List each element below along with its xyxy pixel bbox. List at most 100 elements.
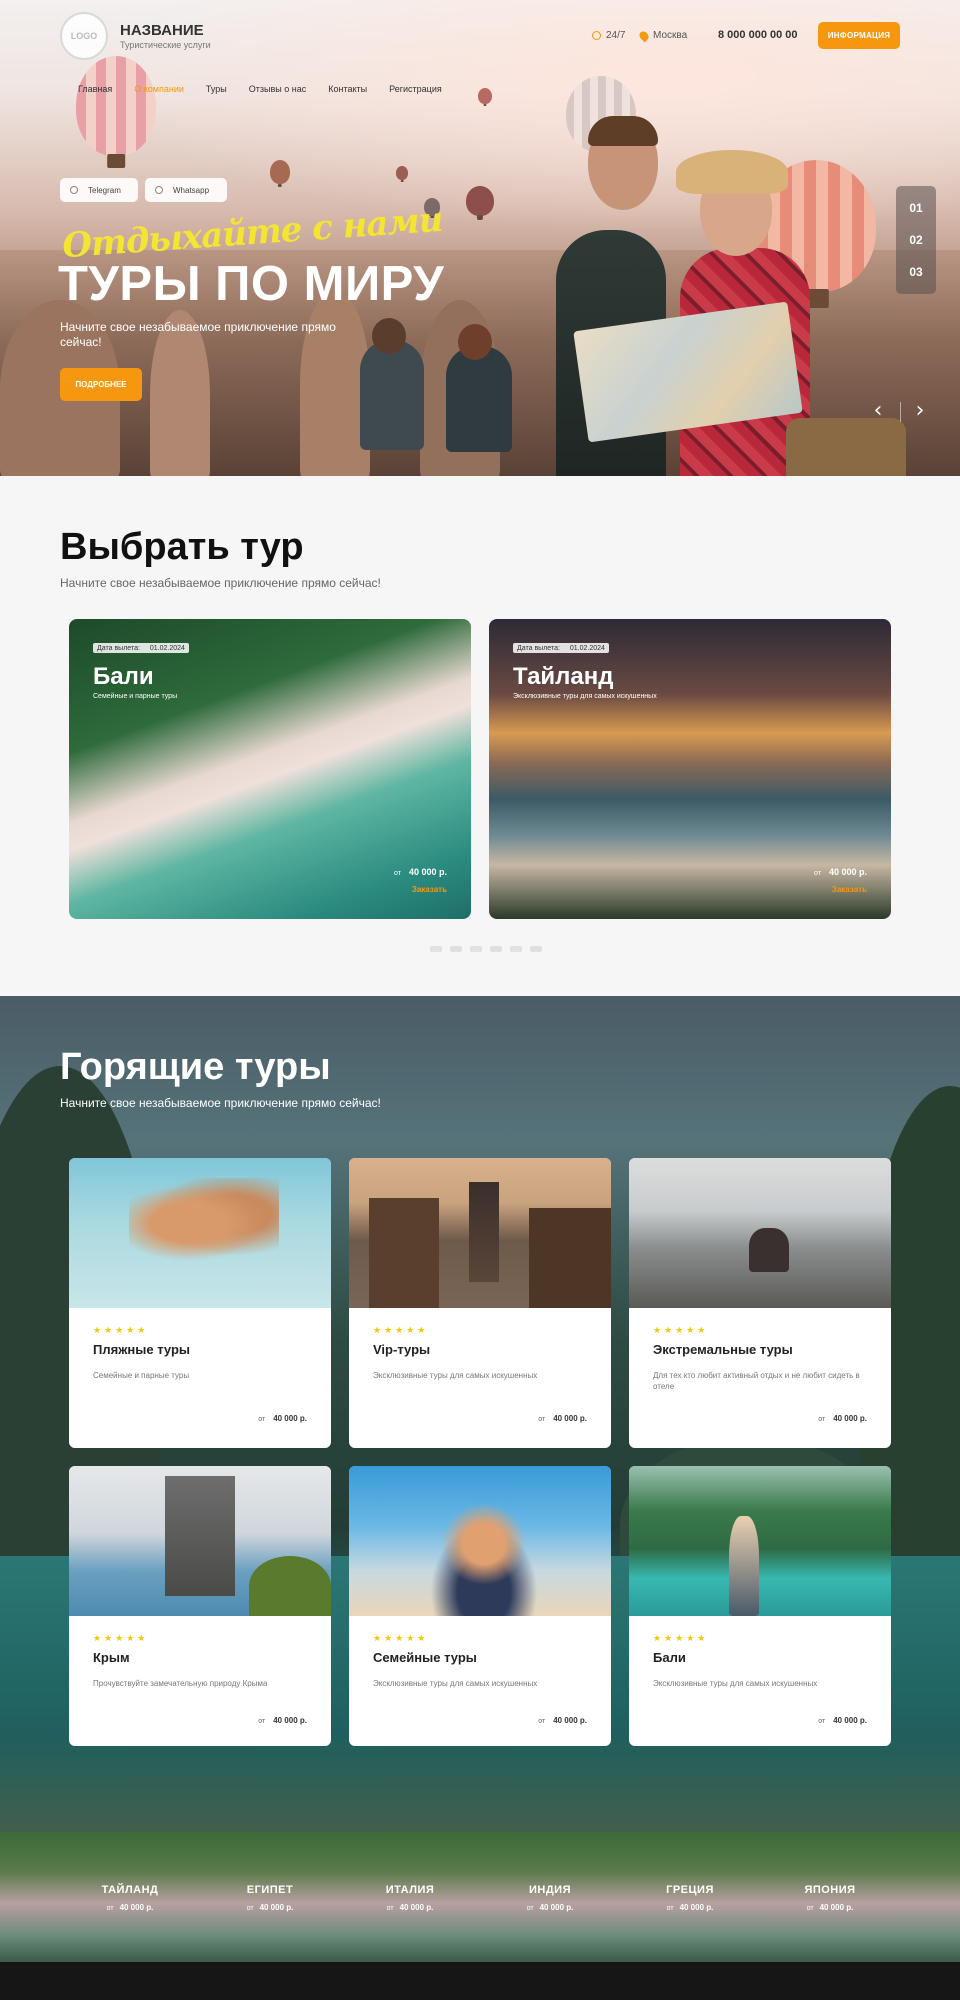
order-link[interactable]: Заказать: [832, 885, 867, 894]
footer: [0, 1962, 960, 2000]
hot-tour-card[interactable]: ★★★★★ Семейные туры Эксклюзивные туры дл…: [349, 1466, 611, 1746]
tour-card-bali[interactable]: Дата вылета: 01.02.2024 Бали Семейные и …: [69, 619, 471, 919]
price-value: 40 000 р.: [553, 1414, 587, 1423]
nav-item-contacts[interactable]: Контакты: [328, 84, 367, 94]
price-value: 40 000 р.: [273, 1414, 307, 1423]
slide-number[interactable]: 01: [909, 201, 922, 215]
location-pin-icon: [637, 29, 651, 42]
more-button[interactable]: ПОДРОБНЕЕ: [60, 368, 142, 401]
telegram-button[interactable]: Telegram: [60, 178, 138, 202]
hot-tour-card[interactable]: ★★★★★ Пляжные туры Семейные и парные тур…: [69, 1158, 331, 1448]
nav-item-tours[interactable]: Туры: [206, 84, 227, 94]
country-item[interactable]: ИНДИЯ от 40 000 р.: [500, 1884, 600, 1912]
man-hair: [588, 116, 658, 146]
logo[interactable]: LOGO: [60, 12, 108, 60]
card-title: Бали: [653, 1650, 686, 1665]
slide-number[interactable]: 02: [909, 233, 922, 247]
nav-item-home[interactable]: Главная: [78, 84, 112, 94]
nav-item-register[interactable]: Регистрация: [389, 84, 442, 94]
price-value: 40 000 р.: [399, 1903, 434, 1912]
tour-name: Бали: [93, 663, 154, 690]
chevron-right-icon[interactable]: ›: [908, 400, 932, 424]
city-info[interactable]: Москва: [637, 29, 687, 42]
carousel-dot[interactable]: [490, 946, 502, 952]
country-item[interactable]: ЕГИПЕТ от 40 000 р.: [220, 1884, 320, 1912]
carousel-dot[interactable]: [450, 946, 462, 952]
rating-stars: ★★★★★: [93, 1634, 149, 1644]
card-price: от 40 000 р.: [818, 1716, 867, 1725]
date-value: 01.02.2024: [569, 644, 605, 652]
card-description: Прочувствуйте замечательную природу Крым…: [93, 1679, 268, 1688]
card-title: Семейные туры: [373, 1650, 477, 1665]
rating-stars: ★★★★★: [373, 1326, 429, 1336]
carousel-dot[interactable]: [430, 946, 442, 952]
departure-date: Дата вылета: 01.02.2024: [513, 643, 609, 653]
hot-tour-card[interactable]: ★★★★★ Vip-туры Эксклюзивные туры для сам…: [349, 1158, 611, 1448]
sitting-person-head: [458, 324, 492, 360]
sitting-person: [360, 340, 424, 450]
carousel-dots: [430, 946, 542, 952]
hot-tour-card[interactable]: ★★★★★ Крым Прочувствуйте замечательную п…: [69, 1466, 331, 1746]
country-item[interactable]: ИТАЛИЯ от 40 000 р.: [360, 1884, 460, 1912]
card-description: Эксклюзивные туры для самых искушенных: [373, 1371, 538, 1380]
price-value: 40 000 р.: [539, 1903, 574, 1912]
carousel-dot[interactable]: [470, 946, 482, 952]
pagoda: [469, 1182, 499, 1282]
chevron-left-icon[interactable]: ‹: [866, 400, 890, 424]
slide-number[interactable]: 03: [909, 265, 922, 279]
tour-card-thailand[interactable]: Дата вылета: 01.02.2024 Тайланд Эксклюзи…: [489, 619, 891, 919]
nav-item-reviews[interactable]: Отзывы о нас: [249, 84, 306, 94]
carousel-dot[interactable]: [510, 946, 522, 952]
price-value: 40 000 р.: [119, 1903, 154, 1912]
country-item[interactable]: ЯПОНИЯ от 40 000 р.: [780, 1884, 880, 1912]
price-prefix: от: [814, 870, 821, 877]
nav-item-about[interactable]: О компании: [134, 84, 184, 94]
country-price: от 40 000 р.: [640, 1903, 740, 1912]
clock-icon: [592, 31, 601, 40]
whatsapp-label: Whatsapp: [173, 185, 210, 195]
country-price: от 40 000 р.: [80, 1903, 180, 1912]
phone-number[interactable]: 8 000 000 00 00: [718, 29, 798, 41]
country-item[interactable]: ГРЕЦИЯ от 40 000 р.: [640, 1884, 740, 1912]
castle-tower: [165, 1476, 235, 1596]
price-prefix: от: [106, 1905, 114, 1912]
telegram-label: Telegram: [88, 185, 121, 195]
logo-text: LOGO: [70, 31, 98, 41]
country-name: ТАЙЛАНД: [101, 1884, 159, 1896]
brand-name: НАЗВАНИЕ: [120, 22, 204, 39]
card-price: от 40 000 р.: [538, 1414, 587, 1423]
whatsapp-button[interactable]: Whatsapp: [145, 178, 227, 202]
carousel-dot[interactable]: [530, 946, 542, 952]
card-image: [69, 1466, 331, 1616]
hot-air-balloon: [270, 160, 290, 184]
date-label: Дата вылета:: [517, 644, 560, 652]
country-item[interactable]: ТАЙЛАНД от 40 000 р.: [80, 1884, 180, 1912]
card-image: [349, 1158, 611, 1308]
hot-tour-card[interactable]: ★★★★★ Бали Эксклюзивные туры для самых и…: [629, 1466, 891, 1746]
info-button[interactable]: ИНФОРМАЦИЯ: [818, 22, 900, 49]
brand-subtitle: Туристические услуги: [120, 40, 211, 50]
tour-subtitle: Эксклюзивные туры для самых искушенных: [513, 693, 657, 700]
rating-stars: ★★★★★: [653, 1634, 709, 1644]
hot-air-balloon: [76, 56, 156, 156]
hero-description: Начните свое незабываемое приключение пр…: [60, 320, 336, 349]
main-nav: Главная О компании Туры Отзывы о нас Кон…: [78, 84, 464, 94]
order-link[interactable]: Заказать: [412, 885, 447, 894]
price-value: 40 000 р.: [273, 1716, 307, 1725]
family-arms-out: [409, 1496, 559, 1616]
tour-subtitle: Семейные и парные туры: [93, 693, 178, 700]
price-value: 40 000 р.: [408, 867, 447, 877]
hot-air-balloon: [478, 88, 492, 104]
wooden-house: [369, 1198, 439, 1308]
arrow-divider: [900, 402, 901, 422]
hot-tours-section: Горящие туры Начните свое незабываемое п…: [0, 996, 960, 1962]
hot-tour-card[interactable]: ★★★★★ Экстремальные туры Для тех кто люб…: [629, 1158, 891, 1448]
card-description: Для тех кто любит активный отдых и не лю…: [653, 1371, 860, 1391]
hikers-on-rock: [749, 1228, 789, 1272]
hours-info: 24/7: [592, 30, 625, 41]
card-image: [69, 1158, 331, 1308]
tour-name: Тайланд: [513, 663, 614, 690]
card-image: [349, 1466, 611, 1616]
price-prefix: от: [526, 1905, 534, 1912]
country-name: ЯПОНИЯ: [804, 1884, 856, 1896]
